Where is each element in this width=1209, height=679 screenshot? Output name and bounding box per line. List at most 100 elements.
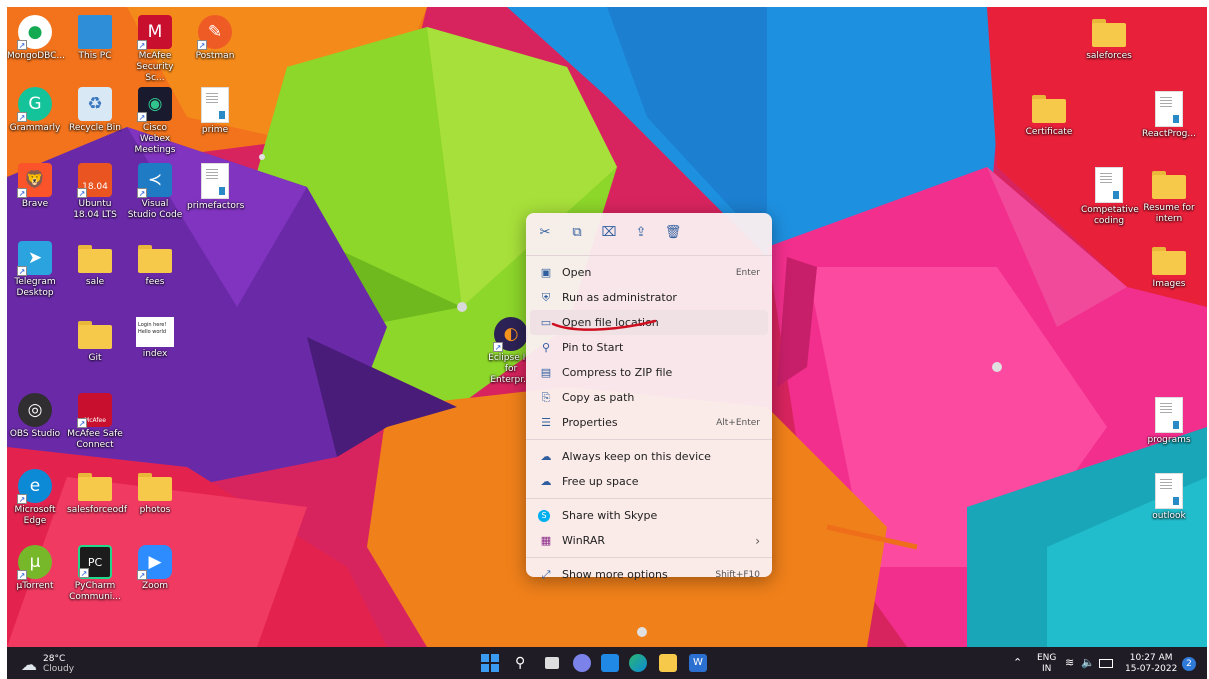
desktop-icon-edge[interactable]: e ↗ Microsoft Edge	[7, 469, 63, 527]
red-underline-annotation	[551, 319, 657, 331]
icon-label: Microsoft Edge	[14, 505, 56, 526]
desktop-icon-sale[interactable]: sale	[67, 241, 123, 288]
word-icon[interactable]: W	[689, 654, 707, 672]
menu-item-copy-as-path[interactable]: ⎘ Copy as path	[526, 385, 772, 410]
desktop-icon-postman[interactable]: ✎ ↗ Postman	[187, 15, 243, 62]
desktop-icon-this-pc[interactable]: This PC	[67, 15, 123, 62]
menu-item-properties[interactable]: ☰ Properties Alt+Enter	[526, 410, 772, 435]
icon-label: PyCharm Communi...	[69, 581, 121, 602]
chevron-up-icon[interactable]: ⌃	[1013, 657, 1022, 668]
mail-icon[interactable]	[601, 654, 619, 672]
menu-item-pin-to-start[interactable]: ⚲ Pin to Start	[526, 335, 772, 360]
context-menu: ✂ ⧉ ⌧ ⇪ 🗑 ▣ Open Enter ⛨ Run as administrat…	[526, 213, 772, 581]
desktop-icon-vscode[interactable]: ≺ ↗ Visual Studio Code	[127, 163, 183, 221]
menu-item-compress-zip[interactable]: ▤ Compress to ZIP file	[526, 360, 772, 385]
desktop-icon-primefactors[interactable]: primefactors	[187, 163, 245, 212]
desktop-icon-images[interactable]: Images	[1141, 243, 1197, 290]
menu-item-free-up-space[interactable]: ☁ Free up space	[526, 469, 772, 494]
desktop-icon-mongodb[interactable]: ● ↗ MongoDBC...	[7, 15, 66, 62]
desktop-icon-git[interactable]: Git	[67, 317, 123, 364]
icon-label: McAfee Security Sc...	[136, 51, 174, 83]
desktop-icon-ubuntu[interactable]: 18.04 ↗ Ubuntu 18.04 LTS	[67, 163, 123, 221]
desktop-icon-mcafee-security[interactable]: M ↗ McAfee Security Sc...	[127, 15, 183, 84]
desktop-icon-zoom[interactable]: ▶ ↗ Zoom	[127, 545, 183, 592]
menu-item-label: Compress to ZIP file	[562, 366, 673, 379]
weather-widget[interactable]: ☁ 28°C Cloudy	[21, 653, 74, 675]
cloud-icon: ☁	[21, 654, 37, 674]
clock[interactable]: 10:27 AM 15-07-2022	[1125, 653, 1177, 675]
folder-icon	[1152, 243, 1186, 277]
cut-icon[interactable]: ✂	[536, 225, 554, 240]
cloud-sync-icon: ☁	[540, 450, 552, 463]
desktop-icon-salesforceodf[interactable]: salesforceodf	[67, 469, 127, 516]
properties-icon: ☰	[541, 416, 551, 429]
menu-item-share-skype[interactable]: S Share with Skype	[526, 503, 772, 528]
winrar-icon: ▦	[540, 534, 552, 547]
chevron-right-icon: ›	[755, 533, 760, 548]
desktop-icon-competative-coding[interactable]: Competative coding	[1081, 167, 1139, 227]
desktop-icon-fees[interactable]: fees	[127, 241, 183, 288]
desktop-icon-programs[interactable]: programs	[1141, 397, 1197, 446]
desktop-icon-mcafee-safe[interactable]: McAfee ↗ McAfee Safe Connect	[67, 393, 123, 451]
icon-label: Brave	[21, 199, 49, 209]
icon-label: prime	[201, 125, 229, 135]
icon-label: Resume for intern	[1143, 203, 1195, 224]
desktop-icon-resume[interactable]: Resume for intern	[1141, 167, 1197, 225]
search-icon[interactable]: ⚲	[515, 654, 533, 672]
desktop-icon-obs[interactable]: ◎ OBS Studio	[7, 393, 63, 440]
icon-label: Images	[1152, 279, 1186, 289]
menu-item-show-more-options[interactable]: ⤢ Show more options Shift+F10	[526, 562, 772, 587]
icon-label: fees	[145, 277, 165, 287]
language-code: ENG	[1037, 653, 1057, 663]
desktop-icon-photos[interactable]: photos	[127, 469, 183, 516]
desktop-icon-webex[interactable]: ◉ ↗ Cisco Webex Meetings	[127, 87, 183, 156]
menu-item-shortcut: Shift+F10	[715, 569, 760, 580]
menu-item-label: Pin to Start	[562, 341, 624, 354]
desktop-icon-saleforces[interactable]: saleforces	[1081, 15, 1137, 62]
icon-label: Visual Studio Code	[127, 199, 183, 220]
battery-icon[interactable]	[1099, 659, 1113, 672]
icon-label: MongoDBC...	[7, 51, 66, 61]
icon-label: µTorrent	[16, 581, 54, 591]
desktop-icon-brave[interactable]: 🦁 ↗ Brave	[7, 163, 63, 210]
desktop-icon-grammarly[interactable]: G ↗ Grammarly	[7, 87, 63, 134]
desktop-icon-utorrent[interactable]: µ ↗ µTorrent	[7, 545, 63, 592]
menu-item-label: Properties	[562, 416, 618, 429]
notification-badge[interactable]: 2	[1182, 657, 1196, 671]
wifi-icon[interactable]: ≋	[1065, 657, 1074, 668]
index-preview-line: Login here!	[138, 322, 167, 328]
desktop-icon-recycle-bin[interactable]: ♻ Recycle Bin	[67, 87, 123, 134]
desktop-icon-outlook[interactable]: outlook	[1141, 473, 1197, 522]
icon-label: Zoom	[142, 581, 168, 591]
menu-item-always-keep[interactable]: ☁ Always keep on this device	[526, 444, 772, 469]
desktop-icon-prime[interactable]: prime	[187, 87, 243, 136]
mcafee-badge: McAfee	[84, 416, 106, 424]
icon-label: McAfee Safe Connect	[67, 429, 123, 450]
desktop-icon-reactprog[interactable]: ReactProg...	[1141, 91, 1197, 140]
delete-icon[interactable]: 🗑	[664, 225, 682, 240]
language-indicator[interactable]: ENG IN	[1037, 653, 1056, 675]
menu-item-label: Free up space	[562, 475, 639, 488]
icon-label: Git	[88, 353, 102, 363]
monitor-icon	[78, 15, 112, 49]
desktop-icon-pycharm[interactable]: PC ↗ PyCharm Communi...	[67, 545, 123, 603]
teams-chat-icon[interactable]	[573, 654, 591, 672]
menu-item-open[interactable]: ▣ Open Enter	[526, 260, 772, 285]
file-explorer-icon[interactable]	[659, 654, 677, 672]
desktop-icon-telegram[interactable]: ➤ ↗ Telegram Desktop	[7, 241, 63, 299]
copy-icon[interactable]: ⧉	[568, 225, 586, 240]
volume-icon[interactable]: 🔈	[1081, 657, 1095, 668]
windows-start-icon[interactable]	[481, 654, 499, 672]
icon-label: This PC	[78, 51, 112, 61]
menu-item-run-as-administrator[interactable]: ⛨ Run as administrator	[526, 285, 772, 310]
zip-icon: ▤	[540, 366, 552, 379]
share-icon[interactable]: ⇪	[632, 225, 650, 240]
menu-item-winrar[interactable]: ▦ WinRAR ›	[526, 528, 772, 553]
desktop-icon-certificate[interactable]: Certificate	[1021, 91, 1077, 138]
desktop-icon-index[interactable]: Login here! Hello world index	[127, 317, 183, 360]
icon-label: primefactors	[187, 201, 245, 211]
icon-label: saleforces	[1086, 51, 1132, 61]
edge-icon[interactable]	[629, 654, 647, 672]
rename-icon[interactable]: ⌧	[600, 225, 618, 240]
task-view-icon[interactable]	[543, 654, 561, 672]
